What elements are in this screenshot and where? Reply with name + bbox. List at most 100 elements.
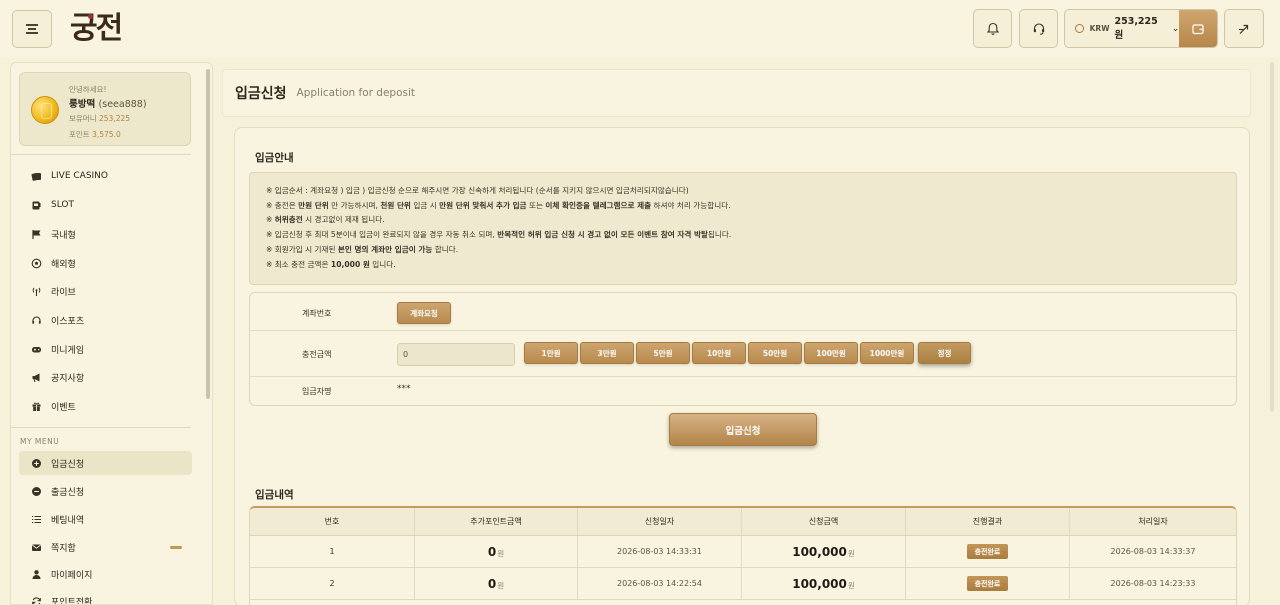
- amount-10k-button[interactable]: 1만원: [524, 342, 578, 364]
- account-label: 계좌번호: [302, 309, 332, 318]
- table-row: 2 0원 2026-08-03 14:22:54 100,000 원 충전완료 2…: [250, 568, 1236, 600]
- cards-icon: [31, 171, 42, 182]
- notice-line-3: ※ 허위충전 시 경고없이 제재 됩니다.: [266, 215, 385, 224]
- page-title: 입금신청: [235, 86, 287, 102]
- coin-icon: [1075, 24, 1084, 33]
- logo-text: 궁전: [70, 11, 123, 46]
- sidebar-item-withdraw[interactable]: 출금신청: [19, 479, 192, 503]
- sidebar-item-point-convert[interactable]: 포인트전환: [19, 589, 192, 604]
- wallet-button[interactable]: [1179, 10, 1217, 47]
- notice-line-5: ※ 회원가입 시 기재된 본인 명의 계좌만 입금이 가능 합니다.: [266, 245, 459, 254]
- gift-icon: [31, 401, 42, 412]
- sidebar-item-slot[interactable]: SLOT: [19, 193, 192, 217]
- notice-box: ※ 입금순서 : 계좌요청 ) 입금 ) 입금신청 순으로 해주시면 가장 신속…: [249, 172, 1237, 285]
- my-menu-label: MY MENU: [20, 437, 60, 446]
- account-row: 계좌번호 계좌요청: [250, 293, 1236, 331]
- col-amount: 신청금액: [742, 508, 906, 535]
- sidebar-item-overseas[interactable]: 해외형: [19, 251, 192, 275]
- depositor-row: 입금자명 ***: [250, 377, 1236, 407]
- amount-row: 충전금액 0 1만원 3만원 5만원 10만원 50만원 100만원 1000만…: [250, 331, 1236, 377]
- antenna-icon: [31, 286, 42, 297]
- menu-button[interactable]: [12, 10, 52, 48]
- chevron-down-icon: ⌄: [1171, 23, 1180, 34]
- wallet-balance[interactable]: KRW 253,225 원 ⌄: [1064, 9, 1218, 48]
- sidebar-item-messages[interactable]: 쪽지함: [19, 535, 192, 559]
- notice-line-2: ※ 충전은 만원 단위 만 가능하시며, 천원 단위 입금 시 만원 단위 맞춰…: [266, 201, 731, 210]
- user-money: 보유머니 253,225: [69, 114, 131, 123]
- status-badge: 충전완료: [966, 576, 1009, 591]
- sidebar-item-esports[interactable]: 이스포츠: [19, 308, 192, 332]
- user-card: 안녕하세요! 룽방떡 (seea888) 보유머니 253,225 포인트 3,…: [19, 72, 191, 146]
- col-applied-date: 신청일자: [578, 508, 742, 535]
- hamburger-icon: [26, 24, 38, 34]
- reset-amount-button[interactable]: 정정: [918, 342, 971, 364]
- headset-icon: [1033, 22, 1044, 35]
- deposit-form: 계좌번호 계좌요청 충전금액 0 1만원 3만원 5만원 10만원 50만원 1…: [249, 292, 1237, 406]
- amount-50k-button[interactable]: 5만원: [636, 342, 690, 364]
- submit-deposit-button[interactable]: 입금신청: [669, 413, 817, 446]
- top-bar: 궁전 KRW 253,225 원 ⌄: [0, 0, 1280, 58]
- slot-icon: [31, 200, 42, 211]
- list-icon: [31, 514, 42, 525]
- col-number: 번호: [250, 508, 415, 535]
- bell-icon: [986, 22, 999, 35]
- sidebar-item-live-casino[interactable]: LIVE CASINO: [19, 164, 192, 188]
- sidebar-item-mypage[interactable]: 마이페이지: [19, 562, 192, 586]
- minus-circle-icon: [31, 486, 42, 497]
- flag-icon: [31, 229, 42, 240]
- history-title: 입금내역: [255, 489, 294, 501]
- request-account-button[interactable]: 계좌요청: [397, 302, 451, 324]
- wallet-icon: [1192, 23, 1204, 34]
- amount-30k-button[interactable]: 3만원: [580, 342, 634, 364]
- plus-circle-icon: [31, 458, 42, 469]
- refresh-icon: [31, 596, 42, 604]
- sidebar-item-notice[interactable]: 공지사항: [19, 365, 192, 389]
- deposit-panel: 입금안내 ※ 입금순서 : 계좌요청 ) 입금 ) 입금신청 순으로 해주시면 …: [234, 127, 1250, 605]
- table-header: 번호 추가포인트금액 신청일자 신청금액 진행결과 처리일자: [250, 508, 1236, 536]
- soccer-ball-icon: [31, 258, 42, 269]
- sidebar-item-betting-history[interactable]: 베팅내역: [19, 507, 192, 531]
- notice-title: 입금안내: [255, 152, 294, 164]
- amount-1m-button[interactable]: 100만원: [804, 342, 858, 364]
- sidebar: 안녕하세요! 룽방떡 (seea888) 보유머니 253,225 포인트 3,…: [10, 62, 213, 605]
- status-badge: 충전완료: [966, 544, 1009, 559]
- amount-500k-button[interactable]: 50만원: [748, 342, 802, 364]
- page-header: 입금신청 Application for deposit: [222, 69, 1251, 117]
- table-row: 1 0원 2026-08-03 14:33:31 100,000 원 충전완료 2…: [250, 536, 1236, 568]
- logout-icon: [1239, 24, 1249, 34]
- sidebar-item-domestic[interactable]: 국내형: [19, 222, 192, 246]
- notification-button[interactable]: [973, 9, 1012, 48]
- greeting: 안녕하세요!: [69, 85, 107, 94]
- sidebar-item-minigame[interactable]: 미니게임: [19, 337, 192, 361]
- page-scrollbar[interactable]: [1270, 62, 1274, 412]
- user-name: 룽방떡 (seea888): [69, 99, 147, 110]
- amount-label: 충전금액: [302, 350, 332, 359]
- col-status: 진행결과: [906, 508, 1070, 535]
- coin-avatar-icon: [31, 96, 59, 124]
- amount-input[interactable]: 0: [397, 343, 515, 366]
- sidebar-item-deposit[interactable]: 입금신청: [19, 451, 192, 475]
- site-logo[interactable]: 궁전: [70, 8, 132, 50]
- sidebar-item-event[interactable]: 이벤트: [19, 394, 192, 418]
- sidebar-item-live[interactable]: 라이브: [19, 279, 192, 303]
- mail-icon: [31, 542, 42, 553]
- amount-10m-button[interactable]: 1000만원: [860, 342, 914, 364]
- notice-line-6: ※ 최소 충전 금액은 10,000 원 입니다.: [266, 260, 396, 269]
- megaphone-icon: [31, 372, 42, 383]
- message-indicator: [170, 546, 182, 549]
- col-bonus-point: 추가포인트금액: [415, 508, 578, 535]
- amount-100k-button[interactable]: 10만원: [692, 342, 746, 364]
- headset-icon: [31, 315, 42, 326]
- deposit-history-table: 번호 추가포인트금액 신청일자 신청금액 진행결과 처리일자 1 0원 2026…: [249, 506, 1237, 605]
- support-button[interactable]: [1019, 9, 1058, 48]
- depositor-value: ***: [397, 384, 411, 394]
- page-subtitle: Application for deposit: [296, 87, 416, 99]
- sidebar-scrollbar[interactable]: [206, 69, 210, 399]
- notice-line-4: ※ 입금신청 후 최대 5분이내 입금이 완료되지 않을 경우 자동 취소 되며…: [266, 230, 732, 239]
- currency-label: KRW: [1089, 24, 1110, 33]
- notice-line-1: ※ 입금순서 : 계좌요청 ) 입금 ) 입금신청 순으로 해주시면 가장 신속…: [266, 186, 689, 195]
- wallet-amount: 253,225 원: [1114, 16, 1158, 41]
- col-processed-date: 처리일자: [1138, 517, 1168, 526]
- gamepad-icon: [31, 344, 42, 355]
- logout-button[interactable]: [1224, 9, 1264, 48]
